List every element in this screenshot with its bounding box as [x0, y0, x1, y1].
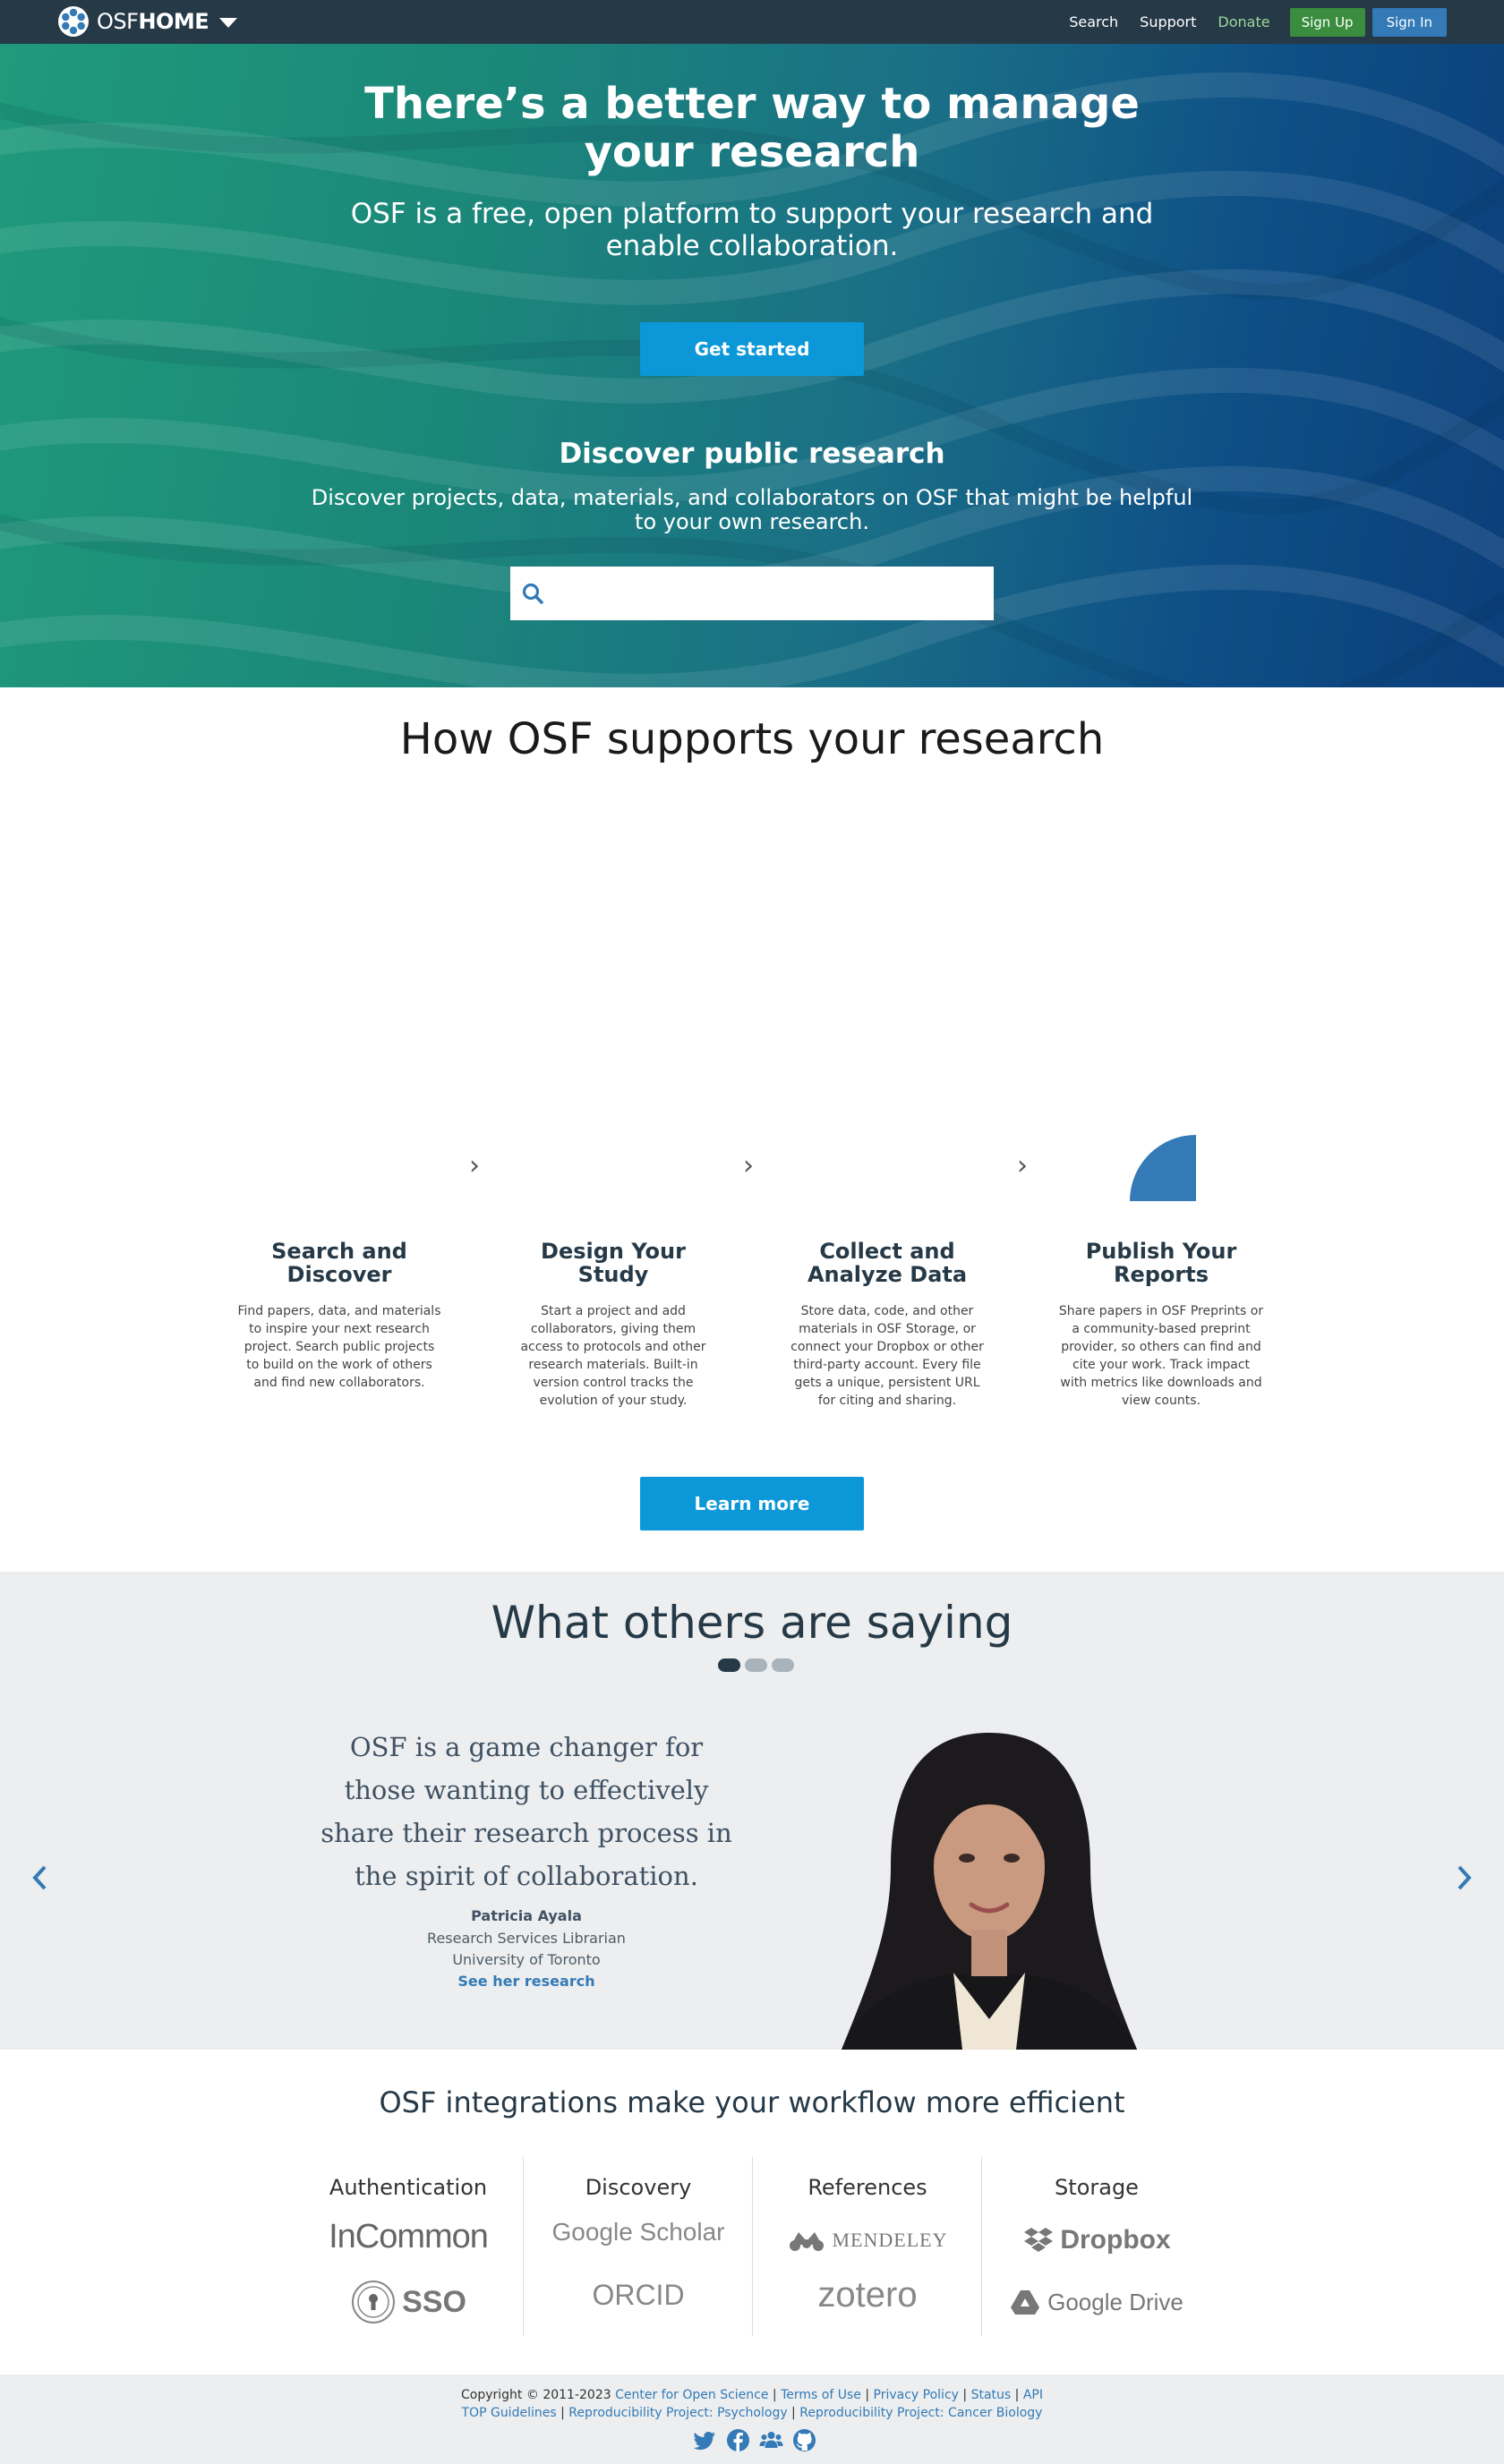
footer-link-cos[interactable]: Center for Open Science [615, 2388, 768, 2402]
sso-logo-text: SSO [402, 2284, 466, 2319]
footer-link-api[interactable]: API [1023, 2388, 1043, 2402]
google-drive-icon [1011, 2290, 1040, 2315]
sign-in-button[interactable]: Sign In [1372, 7, 1447, 37]
discover-title: Discover public research [559, 438, 945, 470]
osf-home-brand[interactable]: OSFHOME [57, 5, 238, 38]
top-navbar: OSFHOME Search Support Donate Sign Up Si… [0, 0, 1504, 44]
step-description: Store data, code, and other materials in… [790, 1304, 984, 1408]
carousel-dot[interactable] [718, 1658, 740, 1672]
orcid-logo: ORCID [592, 2279, 685, 2311]
nav-donate-link[interactable]: Donate [1207, 13, 1280, 30]
step-description: Share papers in OSF Preprints or a commu… [1058, 1304, 1264, 1408]
testimonial-portrait [842, 1733, 1137, 2050]
step-title: Search and Discover [271, 1239, 407, 1287]
footer-link-terms[interactable]: Terms of Use [781, 2388, 861, 2402]
nav-links: Search Support Donate Sign Up Sign In [1058, 0, 1447, 44]
facebook-icon[interactable] [726, 2428, 750, 2452]
see-her-research-link[interactable]: See her research [312, 1973, 741, 1990]
integration-column-references: References MENDELEY zotero [752, 2157, 981, 2336]
testimonial-name: Patricia Ayala [471, 1907, 582, 1924]
mendeley-icon [789, 2232, 824, 2251]
google-drive-logo: Google Drive [982, 2275, 1211, 2329]
twitter-icon[interactable] [693, 2428, 717, 2452]
integration-column-discovery: Discovery Google Scholar ORCID [523, 2157, 752, 2336]
integration-column-title: Discovery [585, 2175, 692, 2200]
incommon-logo-text: InCommon [329, 2218, 489, 2255]
integration-column-title: Storage [1055, 2175, 1139, 2200]
integrations-columns: Authentication InCommon SSO Discovery Go… [294, 2157, 1210, 2336]
caret-down-icon[interactable] [219, 18, 238, 28]
nav-support-link[interactable]: Support [1129, 13, 1207, 30]
get-started-button[interactable]: Get started [640, 322, 864, 376]
integration-column-title: References [808, 2175, 927, 2200]
brand-text: OSFHOME [97, 9, 209, 34]
research-steps: Search and Discover Find papers, data, a… [236, 1123, 1268, 1410]
discover-subtitle: Discover projects, data, materials, and … [311, 485, 1193, 534]
footer-link-privacy[interactable]: Privacy Policy [874, 2388, 959, 2402]
google-drive-logo-text: Google Drive [1047, 2288, 1184, 2315]
dropbox-logo-text: Dropbox [1060, 2225, 1171, 2255]
mendeley-logo-text: MENDELEY [832, 2229, 948, 2251]
step-description: Start a project and add collaborators, g… [520, 1304, 706, 1408]
hero-section: There’s a better way to manage your rese… [0, 44, 1504, 687]
footer-copyright-line: Copyright © 2011-2023 Center for Open Sc… [461, 2388, 1043, 2402]
footer-link-status[interactable]: Status [971, 2388, 1012, 2402]
carousel-next-icon[interactable] [1450, 1860, 1477, 1896]
copyright-text: Copyright © 2011-2023 [461, 2388, 611, 2402]
carousel-prev-icon[interactable] [27, 1860, 54, 1896]
testimonial-quote: OSF is a game changer for those wanting … [320, 1732, 732, 1891]
social-links [693, 2428, 816, 2452]
hero-title: There’s a better way to manage your rese… [364, 79, 1140, 177]
google-scholar-logo: Google Scholar [551, 2218, 725, 2246]
osf-logo-icon [58, 6, 89, 37]
nav-search-link[interactable]: Search [1058, 13, 1129, 30]
github-icon[interactable] [792, 2428, 816, 2452]
footer-link-rp-psychology[interactable]: Reproducibility Project: Psychology [568, 2406, 787, 2420]
zotero-logo: zotero [817, 2275, 918, 2315]
search-icon [522, 583, 543, 604]
chevron-right-icon: › [743, 1150, 754, 1181]
step-title: Design Your Study [541, 1239, 686, 1287]
integration-column-title: Authentication [329, 2175, 488, 2200]
learn-more-button[interactable]: Learn more [640, 1477, 864, 1530]
footer-link-rp-cancer-biology[interactable]: Reproducibility Project: Cancer Biology [799, 2406, 1042, 2420]
integration-column-storage: Storage Dropbox Google Drive [981, 2157, 1210, 2336]
sign-up-button[interactable]: Sign Up [1289, 7, 1365, 37]
public-search-box[interactable] [510, 567, 994, 620]
integration-column-authentication: Authentication InCommon SSO [294, 2157, 523, 2336]
sso-logo: SSO [294, 2275, 523, 2329]
testimonials-section: What others are saying OSF is a game cha… [0, 1572, 1504, 2050]
testimonial-organization: University of Toronto [452, 1951, 601, 1968]
footer-guidelines-line: TOP Guidelines | Reproducibility Project… [461, 2406, 1043, 2420]
carousel-indicators [718, 1658, 794, 1672]
group-icon[interactable] [759, 2428, 783, 2452]
keyhole-icon [352, 2281, 396, 2323]
footer-link-top-guidelines[interactable]: TOP Guidelines [462, 2406, 557, 2420]
step-description: Find papers, data, and materials to insp… [237, 1304, 441, 1390]
dropbox-icon [1024, 2228, 1054, 2252]
hero-subtitle: OSF is a free, open platform to support … [350, 198, 1154, 262]
step-title: Publish Your Reports [1085, 1239, 1237, 1287]
footer: Copyright © 2011-2023 Center for Open Sc… [0, 2374, 1504, 2464]
mendeley-logo: MENDELEY [753, 2218, 982, 2263]
how-osf-title: How OSF supports your research [399, 714, 1105, 764]
chevron-right-icon: › [1017, 1150, 1028, 1181]
incommon-logo: InCommon [294, 2218, 523, 2263]
chevron-right-icon: › [469, 1150, 480, 1181]
testimonial-role: Research Services Librarian [427, 1930, 626, 1947]
search-input[interactable] [553, 583, 983, 604]
step-title: Collect and Analyze Data [807, 1239, 968, 1287]
integrations-title: OSF integrations make your workflow more… [379, 2085, 1125, 2119]
testimonials-title: What others are saying [491, 1597, 1013, 1649]
carousel-dot[interactable] [772, 1658, 794, 1672]
carousel-dot[interactable] [745, 1658, 767, 1672]
dropbox-logo: Dropbox [982, 2218, 1211, 2263]
